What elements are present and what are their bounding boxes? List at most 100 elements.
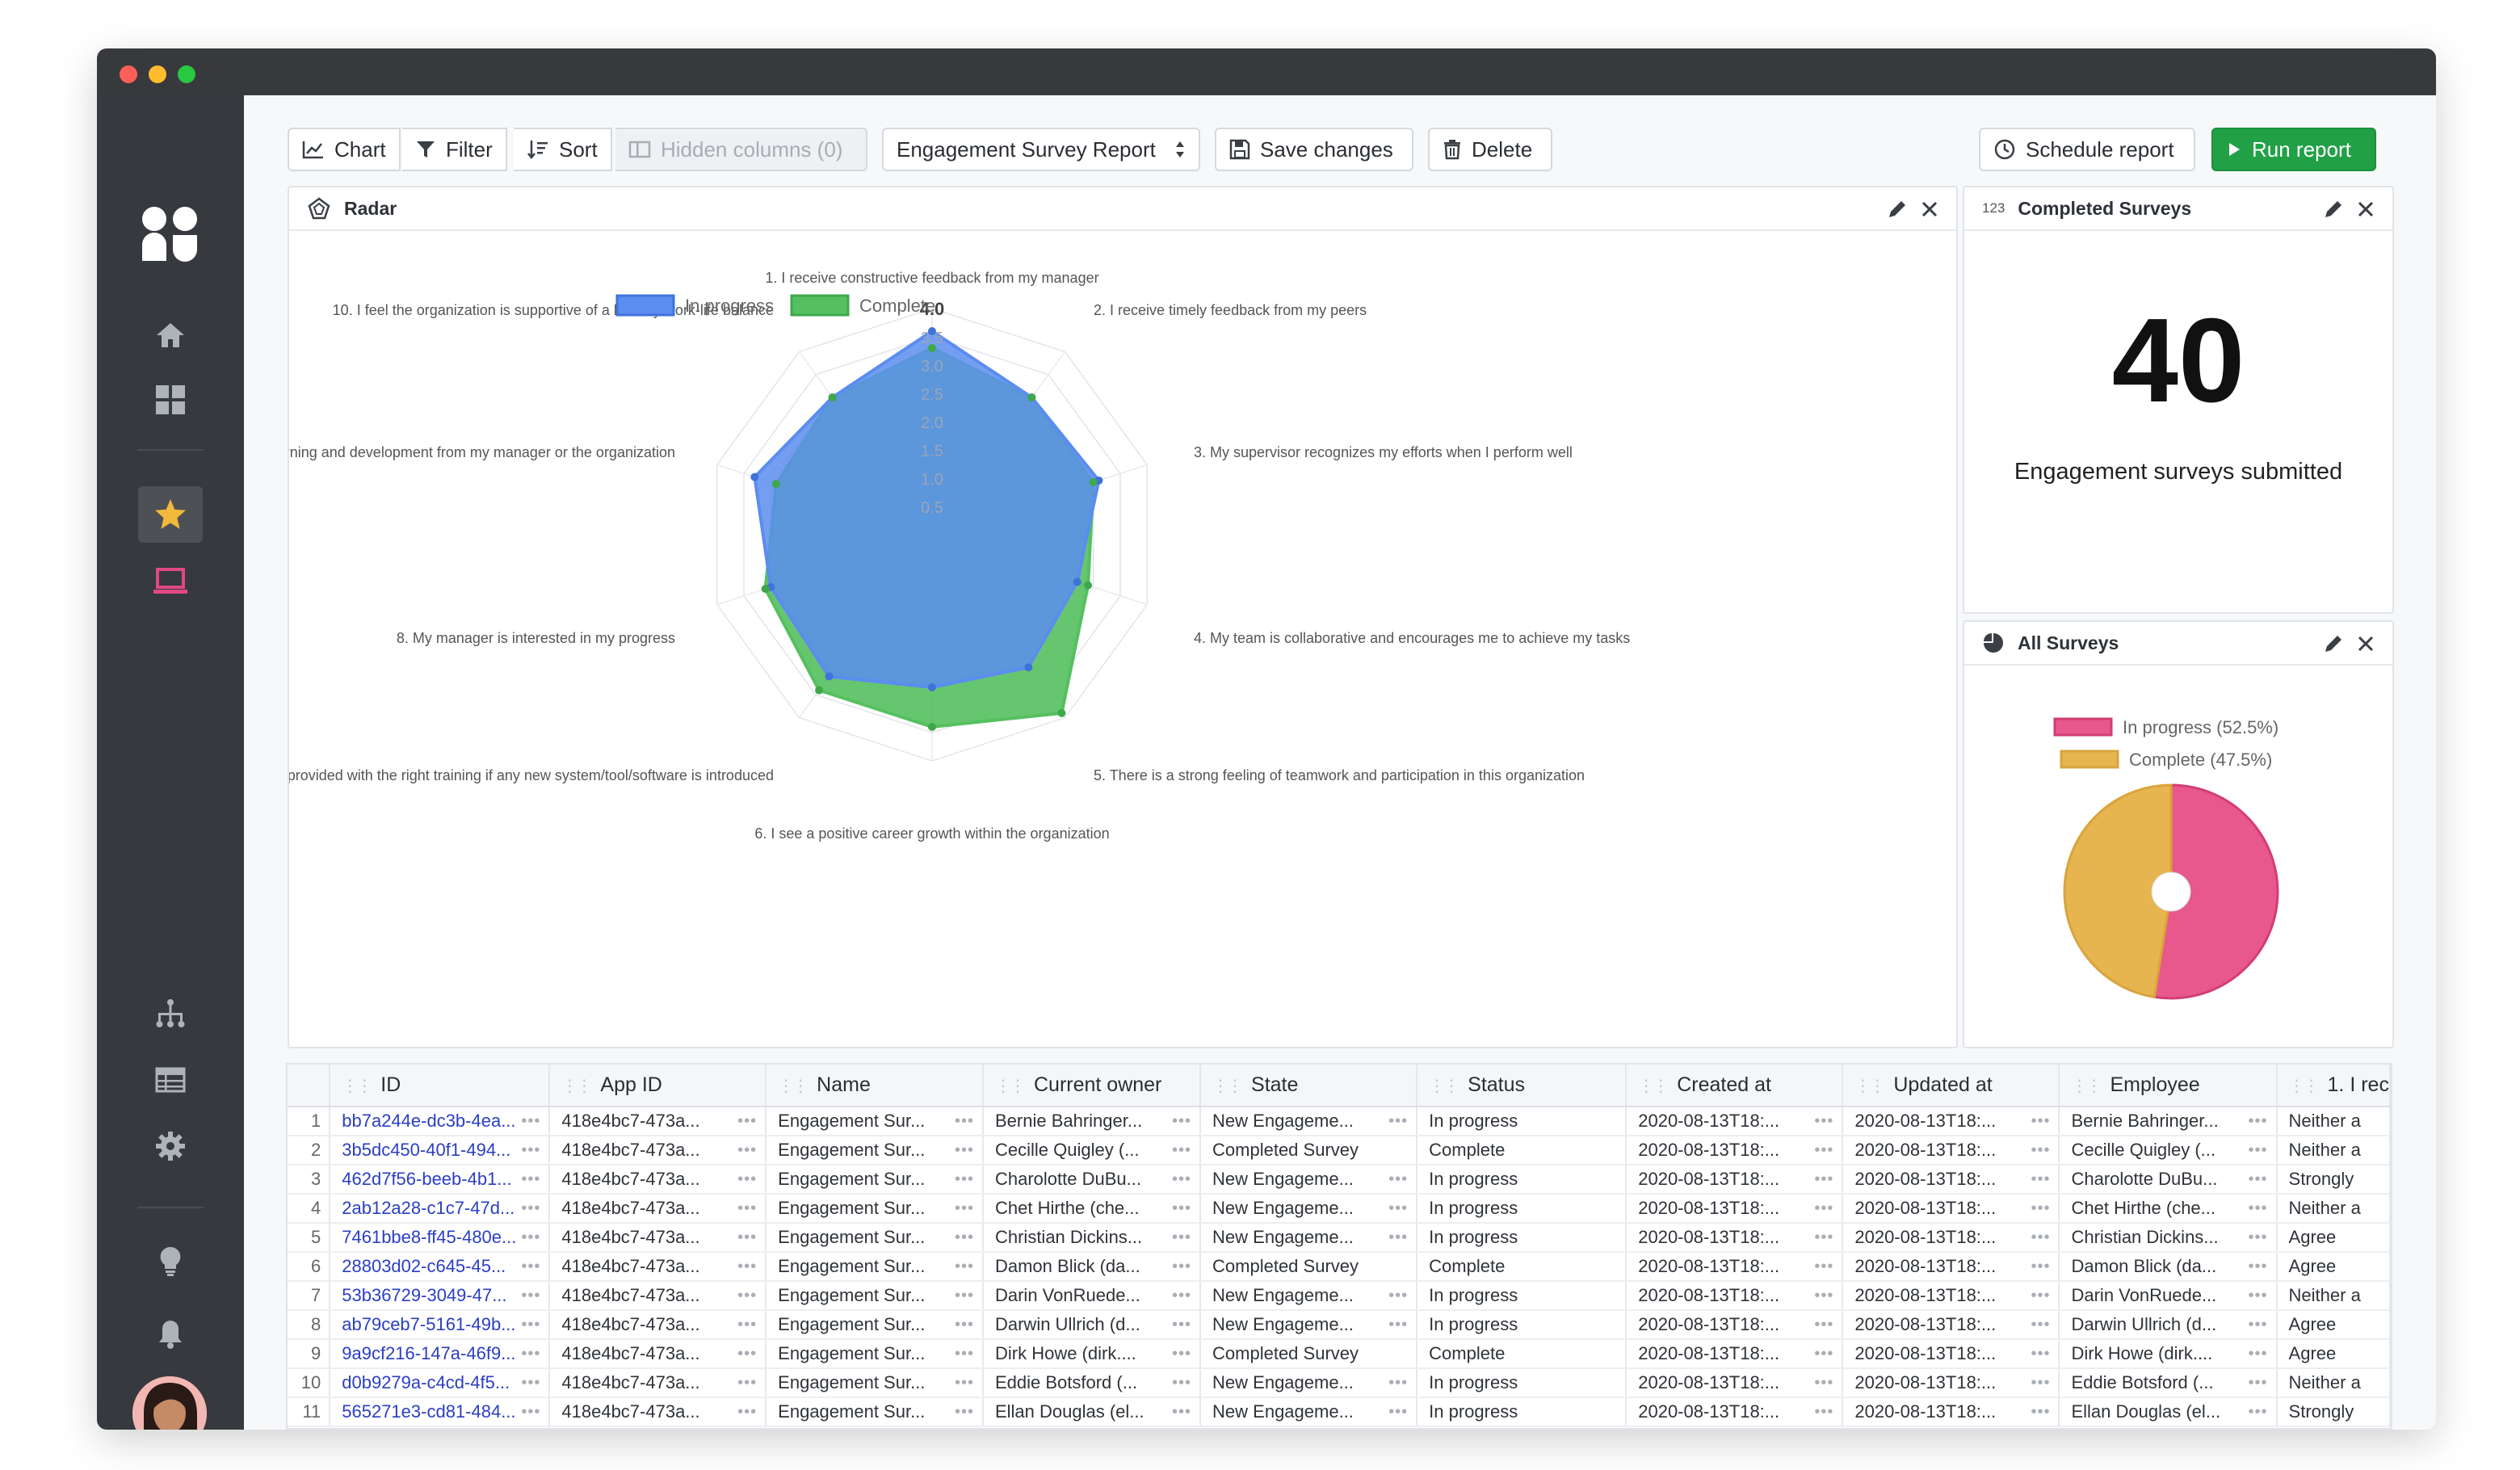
more-icon[interactable]: ••• xyxy=(2244,1228,2268,1247)
table-cell[interactable]: 2020-08-13T18:... ••• xyxy=(1842,1107,2060,1136)
table-row[interactable]: 10 d0b9279a-c4cd-4f5... ••• 418e4bc7-473a..… xyxy=(288,1368,2391,1398)
edit-radar-button[interactable] xyxy=(1885,197,1909,221)
table-cell[interactable]: New Engageme... ••• xyxy=(1200,1281,1418,1311)
more-icon[interactable]: ••• xyxy=(950,1287,974,1305)
table-cell[interactable]: 2020-08-13T18:... ••• xyxy=(1626,1397,1844,1427)
table-cell[interactable]: Cecille Quigley (... ••• xyxy=(2059,1136,2278,1166)
sort-button[interactable]: Sort xyxy=(514,128,612,171)
more-icon[interactable]: ••• xyxy=(1384,1316,1408,1334)
lightbulb-icon[interactable] xyxy=(138,1233,203,1289)
table-cell[interactable]: 418e4bc7-473a... ••• xyxy=(549,1339,767,1369)
more-icon[interactable]: ••• xyxy=(1167,1170,1191,1189)
delete-button[interactable]: Delete xyxy=(1428,128,1552,171)
column-header[interactable]: ⋮⋮ Employee xyxy=(2059,1065,2278,1107)
table-cell[interactable]: 2020-08-13T18:... ••• xyxy=(1626,1165,1844,1195)
table-cell[interactable]: 2020-08-13T18:... ••• xyxy=(1626,1281,1844,1311)
table-cell[interactable]: Neither a xyxy=(2276,1107,2391,1136)
more-icon[interactable]: ••• xyxy=(516,1374,540,1392)
table-row[interactable]: 5 7461bbe8-ff45-480e... ••• 418e4bc7-473a..… xyxy=(288,1223,2391,1253)
column-header[interactable]: ⋮⋮ Name xyxy=(766,1065,984,1107)
table-cell[interactable]: Engagement Sur... ••• xyxy=(766,1252,984,1282)
table-cell[interactable]: In progress xyxy=(1417,1310,1628,1340)
table-row[interactable]: 3 462d7f56-beeb-4b1... ••• 418e4bc7-473a...… xyxy=(288,1165,2391,1195)
close-window-button[interactable] xyxy=(120,65,137,83)
table-cell[interactable]: Engagement Sur... ••• xyxy=(766,1368,984,1398)
more-icon[interactable]: ••• xyxy=(733,1403,757,1422)
table-cell[interactable]: Charolotte DuBu... ••• xyxy=(2059,1165,2278,1195)
table-cell[interactable]: 2020-08-13T18:... ••• xyxy=(1842,1194,2060,1224)
more-icon[interactable]: ••• xyxy=(516,1258,540,1276)
app-logo-icon[interactable] xyxy=(138,199,203,271)
table-cell[interactable]: 2020-08-13T18:... ••• xyxy=(1842,1165,2060,1195)
table-cell[interactable]: Completed Survey xyxy=(1200,1252,1418,1282)
table-cell[interactable]: 2020-08-13T18:... ••• xyxy=(1626,1310,1844,1340)
table-cell[interactable]: 418e4bc7-473a... ••• xyxy=(549,1397,767,1427)
record-id-link[interactable]: 53b36729-3049-47... ••• xyxy=(330,1281,551,1311)
table-row[interactable]: 1 bb7a244e-dc3b-4ea... ••• 418e4bc7-473a...… xyxy=(288,1107,2391,1136)
more-icon[interactable]: ••• xyxy=(950,1112,974,1131)
table-cell[interactable]: New Engageme... ••• xyxy=(1200,1223,1418,1253)
table-cell[interactable]: 2020-08-13T18:... ••• xyxy=(1842,1310,2060,1340)
more-icon[interactable]: ••• xyxy=(2244,1258,2268,1276)
more-icon[interactable]: ••• xyxy=(516,1199,540,1218)
table-cell[interactable]: 2020-08-13T18:... ••• xyxy=(1626,1194,1844,1224)
run-report-button[interactable]: Run report xyxy=(2211,128,2376,171)
table-cell[interactable]: 2020-08-13T18:... ••• xyxy=(1842,1397,2060,1427)
table-cell[interactable]: Ellan Douglas (el... ••• xyxy=(2059,1397,2278,1427)
more-icon[interactable]: ••• xyxy=(1809,1345,1833,1363)
column-header[interactable]: ⋮⋮ State xyxy=(1200,1065,1418,1107)
drag-handle-icon[interactable]: ⋮⋮ xyxy=(2289,1077,2320,1095)
record-id-link[interactable]: ab79ceb7-5161-49b... ••• xyxy=(330,1310,551,1340)
table-cell[interactable]: 418e4bc7-473a... ••• xyxy=(549,1281,767,1311)
table-cell[interactable]: 418e4bc7-473a... ••• xyxy=(549,1165,767,1195)
record-id-link[interactable]: d0b9279a-c4cd-4f5... ••• xyxy=(330,1368,551,1398)
more-icon[interactable]: ••• xyxy=(733,1228,757,1247)
table-cell[interactable]: 2020-08-13T18:... ••• xyxy=(1842,1252,2060,1282)
table-cell[interactable]: Dirk Howe (dirk.... ••• xyxy=(982,1339,1202,1369)
maximize-window-button[interactable] xyxy=(178,65,195,83)
chart-button[interactable]: Chart xyxy=(288,128,401,171)
table-cell[interactable]: Agree xyxy=(2276,1223,2391,1253)
more-icon[interactable]: ••• xyxy=(2026,1287,2050,1305)
table-row[interactable]: 2 3b5dc450-40f1-494... ••• 418e4bc7-473a...… xyxy=(288,1136,2391,1166)
table-cell[interactable]: 418e4bc7-473a... ••• xyxy=(549,1368,767,1398)
more-icon[interactable]: ••• xyxy=(1809,1287,1833,1305)
table-cell[interactable]: 2020-08-13T18:... ••• xyxy=(1626,1368,1844,1398)
table-icon[interactable] xyxy=(138,1052,203,1108)
drag-handle-icon[interactable]: ⋮⋮ xyxy=(2071,1077,2102,1095)
hierarchy-icon[interactable] xyxy=(138,985,203,1042)
more-icon[interactable]: ••• xyxy=(733,1345,757,1363)
more-icon[interactable]: ••• xyxy=(1809,1141,1833,1160)
filter-button[interactable]: Filter xyxy=(402,128,507,171)
more-icon[interactable]: ••• xyxy=(733,1112,757,1131)
table-cell[interactable]: Completed Survey xyxy=(1200,1339,1418,1369)
table-cell[interactable]: In progress xyxy=(1417,1368,1628,1398)
more-icon[interactable]: ••• xyxy=(1384,1228,1408,1247)
more-icon[interactable]: ••• xyxy=(733,1141,757,1160)
more-icon[interactable]: ••• xyxy=(733,1374,757,1392)
close-pie-button[interactable] xyxy=(2354,632,2378,656)
more-icon[interactable]: ••• xyxy=(2244,1374,2268,1392)
more-icon[interactable]: ••• xyxy=(2026,1199,2050,1218)
column-header[interactable]: ⋮⋮ ID xyxy=(330,1065,551,1107)
gear-icon[interactable] xyxy=(138,1118,203,1174)
table-cell[interactable]: 418e4bc7-473a... ••• xyxy=(549,1252,767,1282)
table-cell[interactable]: Strongly xyxy=(2276,1165,2391,1195)
table-row[interactable]: 4 2ab12a28-c1c7-47d... ••• 418e4bc7-473a...… xyxy=(288,1194,2391,1224)
table-cell[interactable]: Neither a xyxy=(2276,1368,2391,1398)
table-cell[interactable]: 2020-08-13T18:... ••• xyxy=(1842,1368,2060,1398)
more-icon[interactable]: ••• xyxy=(950,1316,974,1334)
more-icon[interactable]: ••• xyxy=(2026,1170,2050,1189)
more-icon[interactable]: ••• xyxy=(1384,1403,1408,1422)
table-cell[interactable]: 2020-08-13T18:... ••• xyxy=(1842,1136,2060,1166)
table-cell[interactable]: Agree xyxy=(2276,1252,2391,1282)
table-cell[interactable]: Engagement Sur... ••• xyxy=(766,1310,984,1340)
more-icon[interactable]: ••• xyxy=(2026,1141,2050,1160)
more-icon[interactable]: ••• xyxy=(516,1345,540,1363)
table-cell[interactable]: Neither a xyxy=(2276,1281,2391,1311)
minimize-window-button[interactable] xyxy=(149,65,166,83)
more-icon[interactable]: ••• xyxy=(1167,1316,1191,1334)
table-cell[interactable]: Engagement Sur... ••• xyxy=(766,1223,984,1253)
table-cell[interactable]: In progress xyxy=(1417,1165,1628,1195)
column-header[interactable]: ⋮⋮ App ID xyxy=(549,1065,767,1107)
